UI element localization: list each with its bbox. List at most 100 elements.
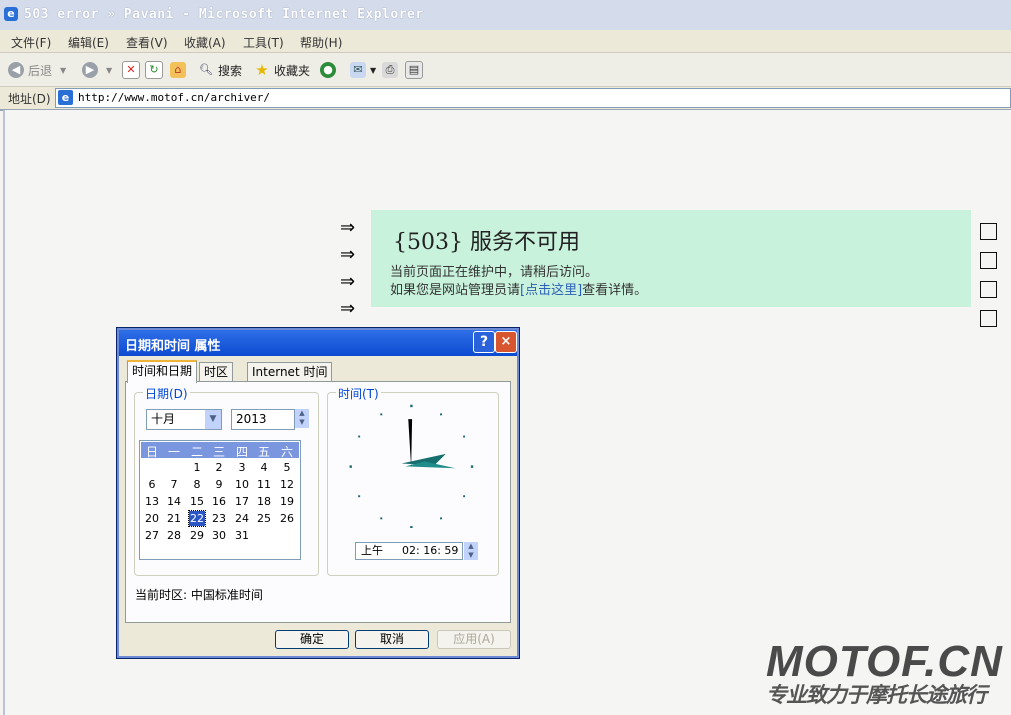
- tab-internet-time[interactable]: Internet 时间: [247, 362, 333, 381]
- date-group-label: 日期(D): [143, 385, 190, 402]
- calendar-day[interactable]: 4: [253, 460, 275, 475]
- menu-favorites[interactable]: 收藏(A): [184, 34, 226, 51]
- menu-edit[interactable]: 编辑(E): [68, 34, 109, 51]
- calendar-day[interactable]: 11: [253, 477, 275, 492]
- checkbox-icon: [980, 281, 997, 298]
- calendar-day[interactable]: 7: [163, 477, 185, 492]
- checkbox-icon: [980, 310, 997, 327]
- year-spin[interactable]: ▲ ▼: [295, 409, 309, 428]
- menu-tools[interactable]: 工具(T): [243, 34, 284, 51]
- forward-button[interactable]: ▶ ▼: [82, 60, 112, 80]
- search-icon: 🔍︎: [199, 63, 213, 76]
- ok-button[interactable]: 确定: [275, 630, 349, 649]
- time-field[interactable]: 上午 02: 16: 59: [355, 542, 463, 560]
- calendar-day[interactable]: 6: [141, 477, 163, 492]
- calendar-day[interactable]: 29: [186, 528, 208, 543]
- calendar-day[interactable]: 3: [231, 460, 253, 475]
- calendar-day[interactable]: 10: [231, 477, 253, 492]
- tab-time-date[interactable]: 时间和日期: [127, 360, 198, 383]
- error-notice: {503} 服务不可用 当前页面正在维护中，请稍后访问。 如果您是网站管理员请[…: [371, 210, 971, 307]
- search-button[interactable]: 🔍︎ 搜索: [198, 60, 242, 80]
- error-line-2-text: 如果您是网站管理员请: [390, 283, 521, 298]
- stop-button[interactable]: ✕: [122, 60, 144, 80]
- arrow-3: ⇒: [340, 271, 356, 292]
- menu-view[interactable]: 查看(V): [126, 34, 168, 51]
- calendar: 日 一 二 三 四 五 六 1 2 3 4 5 6 7 8 9 10 11 12 13 14 15 16 17 1…: [139, 440, 301, 560]
- toolbar: ◀ 后退 ▼ ▶ ▼ ✕ ↻ ⌂ 🔍︎ 搜索 ★ 收藏夹 ● ✉ ▼ ⎙ ▤: [0, 53, 1011, 87]
- click-here-link[interactable]: [点击这里]: [520, 283, 582, 298]
- calendar-day[interactable]: 20: [141, 511, 163, 526]
- arrow-4: ⇒: [340, 298, 356, 319]
- forward-dropdown-icon: ▼: [106, 65, 113, 75]
- media-button[interactable]: ●: [320, 60, 340, 80]
- time-spin[interactable]: ▲ ▼: [464, 542, 478, 560]
- dialog-title: 日期和时间 属性: [125, 339, 221, 354]
- calendar-day[interactable]: 31: [231, 528, 253, 543]
- back-label: 后退: [28, 63, 53, 78]
- calendar-day[interactable]: 17: [231, 494, 253, 509]
- calendar-day[interactable]: 26: [276, 511, 298, 526]
- close-button[interactable]: ×: [495, 331, 517, 353]
- calendar-day[interactable]: 30: [208, 528, 230, 543]
- spin-down-icon: ▼: [468, 551, 474, 559]
- mail-button[interactable]: ✉ ▼: [350, 60, 376, 80]
- year-stepper[interactable]: 2013: [231, 409, 295, 430]
- cancel-button[interactable]: 取消: [355, 630, 429, 649]
- print-button[interactable]: ⎙: [382, 60, 402, 80]
- calendar-day[interactable]: 27: [141, 528, 163, 543]
- analog-clock: [349, 404, 474, 528]
- menu-help[interactable]: 帮助(H): [300, 34, 342, 51]
- back-button[interactable]: ◀ 后退 ▼: [8, 60, 66, 80]
- media-icon: ●: [320, 62, 336, 78]
- calendar-day[interactable]: 9: [208, 477, 230, 492]
- calendar-day[interactable]: 13: [141, 494, 163, 509]
- page-icon: e: [58, 90, 73, 105]
- back-arrow-icon: ◀: [8, 62, 24, 78]
- calendar-day-selected[interactable]: 22: [188, 510, 206, 527]
- search-label: 搜索: [218, 63, 243, 78]
- mail-dropdown-icon: ▼: [370, 65, 377, 75]
- calendar-header: 日 一 二 三 四 五 六: [141, 442, 299, 459]
- calendar-day[interactable]: 12: [276, 477, 298, 492]
- calendar-day[interactable]: 24: [231, 511, 253, 526]
- menu-file[interactable]: 文件(F): [11, 34, 51, 51]
- calendar-day[interactable]: 25: [253, 511, 275, 526]
- refresh-button[interactable]: ↻: [145, 60, 167, 80]
- help-button[interactable]: ?: [473, 331, 495, 353]
- calendar-day[interactable]: 21: [163, 511, 185, 526]
- address-label: 地址(D): [8, 92, 51, 106]
- checkbox-icon: [980, 223, 997, 240]
- weekday-label: 三: [212, 445, 225, 459]
- menu-bar: 文件(F) 编辑(E) 查看(V) 收藏(A) 工具(T) 帮助(H): [0, 30, 1011, 53]
- calendar-day[interactable]: 23: [208, 511, 230, 526]
- home-icon: ⌂: [170, 62, 186, 78]
- calendar-day[interactable]: 5: [276, 460, 298, 475]
- tab-timezone[interactable]: 时区: [199, 362, 234, 381]
- edit-button[interactable]: ▤: [405, 60, 427, 80]
- calendar-day[interactable]: 28: [163, 528, 185, 543]
- weekday-label: 日: [145, 445, 158, 459]
- calendar-day[interactable]: 14: [163, 494, 185, 509]
- apply-button[interactable]: 应用(A): [437, 630, 511, 649]
- calendar-day[interactable]: 19: [276, 494, 298, 509]
- calendar-day[interactable]: 15: [186, 494, 208, 509]
- ie-icon: e: [4, 7, 18, 21]
- favorites-button[interactable]: ★ 收藏夹: [254, 60, 310, 80]
- forward-arrow-icon: ▶: [82, 62, 98, 78]
- motof-logo: MOTOF.CN 专业致力于摩托长途旅行: [766, 640, 1006, 712]
- window-title: 503 error » Pavani - Microsoft Internet …: [24, 7, 424, 22]
- month-select[interactable]: 十月 ▼: [146, 409, 222, 430]
- error-line-2: 如果您是网站管理员请[点击这里]查看详情。: [390, 279, 647, 298]
- calendar-day[interactable]: 1: [186, 460, 208, 475]
- time-value: 02: 16: 59: [402, 544, 459, 557]
- calendar-day[interactable]: 16: [208, 494, 230, 509]
- calendar-day[interactable]: 18: [253, 494, 275, 509]
- home-button[interactable]: ⌂: [170, 60, 190, 80]
- favorites-label: 收藏夹: [274, 63, 311, 78]
- stop-icon: ✕: [122, 61, 140, 79]
- year-value: 2013: [236, 412, 267, 426]
- error-heading: {503} 服务不可用: [393, 230, 580, 255]
- calendar-day[interactable]: 2: [208, 460, 230, 475]
- calendar-day[interactable]: 8: [186, 477, 208, 492]
- address-input[interactable]: e http://www.motof.cn/archiver/: [55, 88, 1011, 108]
